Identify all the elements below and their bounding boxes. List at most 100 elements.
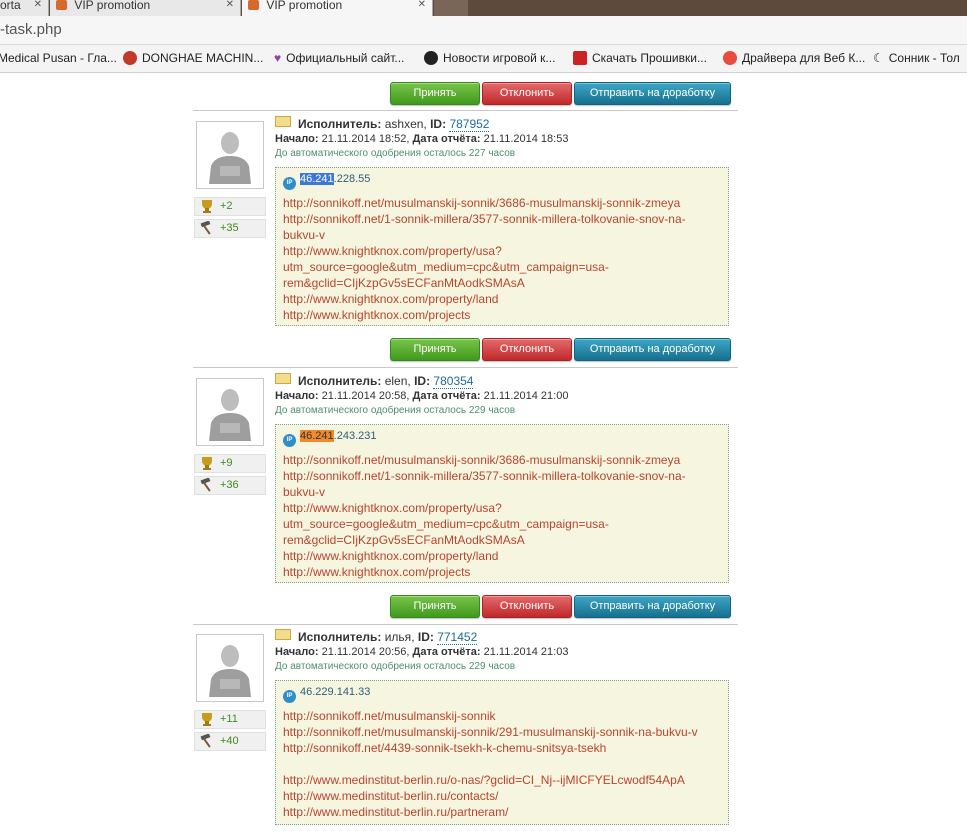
url-line[interactable]: http://sonnikoff.net/4439-sonnik-tsekh-k… <box>283 740 723 756</box>
gear-icon <box>123 51 137 65</box>
bookmark-item[interactable]: ♥ Официальный сайт... <box>274 51 404 65</box>
divider <box>193 367 738 368</box>
rating-hammer: +40 <box>194 732 266 751</box>
url-text: -task.php <box>0 21 62 38</box>
url-line[interactable]: utm_source=google&utm_medium=cpc&utm_cam… <box>283 259 723 275</box>
bookmark-item[interactable]: Скачать Прошивки... <box>573 51 707 65</box>
url-line[interactable]: http://sonnikoff.net/1-sonnik-millera/35… <box>283 468 723 484</box>
url-line[interactable]: http://www.medinstitut-berlin.ru/partner… <box>283 804 723 820</box>
rating-trophy: +2 <box>194 197 266 216</box>
executor-name: elen <box>384 374 408 388</box>
avatar[interactable] <box>196 378 264 446</box>
bookmark-item[interactable]: DONGHAE MACHIN... <box>123 51 263 65</box>
accept-button[interactable]: Принять <box>390 338 480 361</box>
action-row: Принять Отклонить Отправить на доработку <box>390 595 735 618</box>
rating-trophy: +11 <box>194 710 266 729</box>
tab-3[interactable]: VIP promotion ✕ <box>242 0 433 16</box>
url-line[interactable]: http://www.knightknox.com/projects <box>283 307 723 323</box>
rating-hammer: +35 <box>194 219 266 238</box>
envelope-icon[interactable] <box>275 116 291 127</box>
url-line[interactable]: http://www.knightknox.com/property/land <box>283 291 723 307</box>
bookmark-item[interactable]: ☾ Сонник - Тол <box>873 51 960 65</box>
url-line[interactable]: rem&gclid=CIjKzpGv5sECFanMtAodkSMAsA <box>283 275 723 291</box>
trophy-icon <box>202 200 212 213</box>
report-card: +9 +36 Исполнитель: elen, ID: 780354 Нач… <box>193 373 738 584</box>
address-bar[interactable]: -task.php <box>0 16 967 45</box>
tab-1[interactable]: orta ✕ <box>0 0 49 16</box>
rework-button[interactable]: Отправить на доработку <box>574 595 731 618</box>
url-line[interactable]: http://www.knightknox.com/property/usa? <box>283 500 723 516</box>
url-line[interactable]: bukvu-v <box>283 227 723 243</box>
ip-line: IP 46.241.243.231 <box>283 430 376 447</box>
report-card: +11 +40 Исполнитель: илья, ID: 771452 На… <box>193 629 738 835</box>
rework-button[interactable]: Отправить на доработку <box>574 82 731 105</box>
record-icon <box>723 51 737 65</box>
rating-trophy: +9 <box>194 454 266 473</box>
executor-id-link[interactable]: 771452 <box>437 630 478 645</box>
accept-button[interactable]: Принять <box>390 82 480 105</box>
url-line[interactable]: http://www.knightknox.com/property/usa? <box>283 243 723 259</box>
heart-icon: ♥ <box>274 51 282 65</box>
moon-icon: ☾ <box>873 51 884 65</box>
avatar[interactable] <box>196 634 264 702</box>
report-info: Исполнитель: ashxen, ID: 787952 Начало: … <box>275 116 735 163</box>
envelope-icon[interactable] <box>275 373 291 384</box>
favicon-icon <box>56 0 67 10</box>
bookmark-item[interactable]: Medical Pusan - Гла... <box>0 51 117 65</box>
url-line[interactable]: http://sonnikoff.net/musulmanskij-sonnik… <box>283 195 723 211</box>
ip-prefix: 46.229.141.33 <box>300 686 371 698</box>
avatar[interactable] <box>196 121 264 189</box>
user-silhouette-icon <box>209 132 251 184</box>
url-list: http://sonnikoff.net/musulmanskij-sonnik… <box>283 708 723 820</box>
tab-label: VIP promotion <box>266 0 343 12</box>
envelope-icon[interactable] <box>275 629 291 640</box>
ip-prefix: 46.241 <box>300 173 334 185</box>
tab-label: VIP promotion <box>74 0 151 12</box>
url-line[interactable]: http://www.knightknox.com/projects <box>283 564 723 580</box>
rework-button[interactable]: Отправить на доработку <box>574 338 731 361</box>
start-time: 21.11.2014 18:52, <box>321 133 410 145</box>
reject-button[interactable]: Отклонить <box>482 338 572 361</box>
divider <box>193 624 738 625</box>
divider <box>193 110 738 111</box>
auto-approve-text: До автоматического одобрения осталось 22… <box>275 661 516 672</box>
close-icon[interactable]: ✕ <box>226 0 234 10</box>
executor-id-link[interactable]: 787952 <box>449 117 490 132</box>
url-line[interactable]: http://www.medinstitut-berlin.ru/contact… <box>283 788 723 804</box>
tab-label: orta <box>0 0 21 12</box>
new-tab-button[interactable] <box>434 0 468 16</box>
report-time: 21.11.2014 21:00 <box>483 390 569 402</box>
url-line[interactable]: http://sonnikoff.net/musulmanskij-sonnik… <box>283 452 723 468</box>
action-row: Принять Отклонить Отправить на доработку <box>390 82 735 105</box>
url-line[interactable]: http://sonnikoff.net/musulmanskij-sonnik <box>283 708 723 724</box>
start-time: 21.11.2014 20:58, <box>321 390 410 402</box>
url-line[interactable]: utm_source=google&utm_medium=cpc&utm_cam… <box>283 516 723 532</box>
close-icon[interactable]: ✕ <box>34 0 42 10</box>
rating-hammer: +36 <box>194 476 266 495</box>
url-line[interactable]: bukvu-v <box>283 484 723 500</box>
url-line <box>283 756 723 772</box>
executor-id-link[interactable]: 780354 <box>433 374 474 389</box>
accept-button[interactable]: Принять <box>390 595 480 618</box>
url-line[interactable]: http://sonnikoff.net/musulmanskij-sonnik… <box>283 724 723 740</box>
url-line[interactable]: http://sonnikoff.net/1-sonnik-millera/35… <box>283 211 723 227</box>
report-box: IP 46.229.141.33 http://sonnikoff.net/mus… <box>275 680 729 825</box>
bookmark-item[interactable]: Драйвера для Веб К... <box>723 51 865 65</box>
auto-approve-text: До автоматического одобрения осталось 22… <box>275 405 516 416</box>
report-time: 21.11.2014 18:53 <box>483 133 569 145</box>
bookmark-item[interactable]: Новости игровой к... <box>424 51 555 65</box>
ip-line: IP 46.229.141.33 <box>283 686 371 703</box>
report-time: 21.11.2014 21:03 <box>483 646 569 658</box>
tab-strip: orta ✕ VIP promotion ✕ VIP promotion ✕ <box>0 0 967 16</box>
bookmarks-bar: Medical Pusan - Гла... DONGHAE MACHIN...… <box>0 45 967 73</box>
url-line[interactable]: http://www.medinstitut-berlin.ru/o-nas/?… <box>283 772 723 788</box>
report-info: Исполнитель: elen, ID: 780354 Начало: 21… <box>275 373 735 420</box>
url-line[interactable]: http://www.knightknox.com/property/land <box>283 548 723 564</box>
url-list: http://sonnikoff.net/musulmanskij-sonnik… <box>283 452 723 580</box>
tab-2[interactable]: VIP promotion ✕ <box>50 0 241 16</box>
close-icon[interactable]: ✕ <box>418 0 426 10</box>
ip-icon: IP <box>283 434 296 447</box>
reject-button[interactable]: Отклонить <box>482 595 572 618</box>
reject-button[interactable]: Отклонить <box>482 82 572 105</box>
url-line[interactable]: rem&gclid=CIjKzpGv5sECFanMtAodkSMAsA <box>283 532 723 548</box>
